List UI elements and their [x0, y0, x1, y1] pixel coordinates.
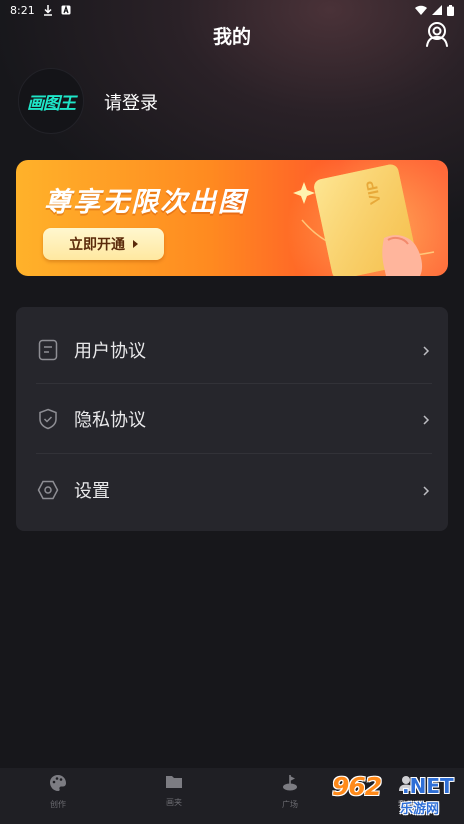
play-triangle-icon: [133, 240, 138, 248]
app-logo: 画图王: [27, 93, 76, 114]
watermark-main: 962: [332, 772, 382, 801]
vip-banner-title: 尊享无限次出图: [44, 187, 247, 218]
palette-icon: [49, 774, 67, 796]
shield-icon: [36, 407, 60, 431]
plaza-icon: [281, 774, 299, 796]
status-time: 8:21: [10, 3, 35, 17]
nav-label: 画夹: [166, 798, 182, 807]
watermark-sub: 乐游网: [400, 802, 440, 817]
folder-icon: [165, 774, 183, 794]
vip-card-illustration: VIP: [293, 164, 435, 276]
a-notification-icon: [61, 5, 71, 15]
nav-item-create[interactable]: 创作: [0, 768, 116, 824]
document-icon: [36, 338, 60, 362]
menu-item-user-agreement[interactable]: 用户协议: [16, 315, 448, 385]
wifi-icon: [415, 5, 427, 15]
signal-icon: [432, 5, 442, 15]
menu-item-settings[interactable]: 设置: [16, 455, 448, 525]
open-vip-button-label: 立即开通: [69, 237, 125, 253]
customer-service-icon[interactable]: [424, 20, 450, 48]
watermark-net: .NET: [402, 774, 454, 798]
chevron-right-icon: [420, 343, 432, 357]
menu-item-label: 隐私协议: [74, 410, 146, 431]
menu-card: 用户协议 隐私协议 设置: [16, 307, 448, 531]
page-title: 我的: [212, 26, 251, 48]
nav-item-folder[interactable]: 画夹: [116, 768, 232, 824]
chevron-right-icon: [420, 412, 432, 426]
download-icon: [43, 4, 53, 16]
battery-icon: [447, 4, 454, 16]
nav-label: 广场: [282, 800, 298, 809]
chevron-right-icon: [420, 483, 432, 497]
divider: [36, 453, 432, 454]
header: 我的: [0, 20, 464, 52]
nav-label: 创作: [50, 800, 66, 809]
settings-icon: [36, 478, 60, 502]
menu-item-privacy-policy[interactable]: 隐私协议: [16, 384, 448, 454]
menu-item-label: 设置: [74, 481, 110, 502]
menu-item-label: 用户协议: [74, 341, 146, 362]
open-vip-button[interactable]: 立即开通: [43, 228, 164, 260]
status-bar: 8:21: [0, 0, 464, 20]
login-link[interactable]: 请登录: [104, 89, 158, 115]
avatar[interactable]: 画图王: [18, 68, 84, 134]
vip-banner[interactable]: 尊享无限次出图 立即开通 VIP: [16, 160, 448, 276]
watermark: 962 .NET 乐游网: [328, 770, 460, 818]
sparkle-icon: [293, 182, 315, 204]
